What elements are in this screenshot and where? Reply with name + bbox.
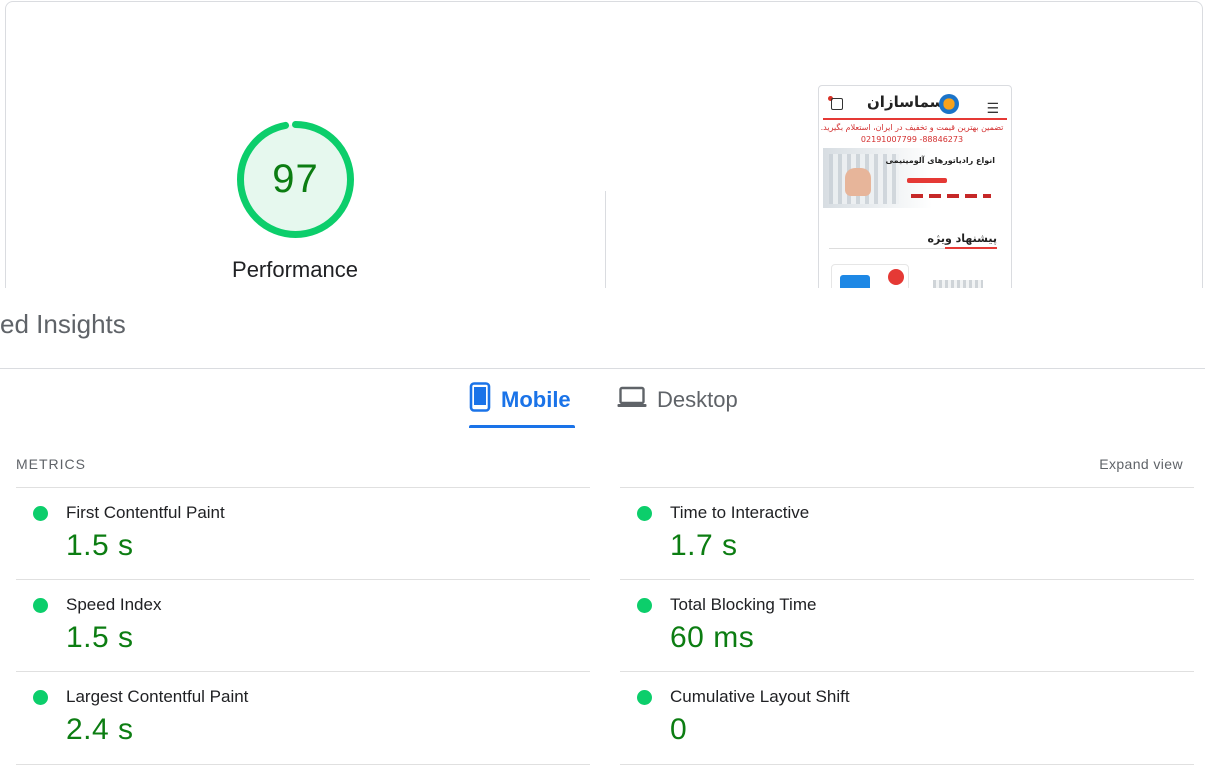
offer-accent-line	[945, 247, 997, 249]
metric-value: 1.7 s	[670, 529, 738, 562]
tab-mobile-label: Mobile	[501, 387, 571, 412]
app-title: ed Insights	[0, 309, 126, 339]
hand-image	[845, 168, 871, 196]
metric-name: Speed Index	[66, 595, 162, 614]
good-status-icon	[33, 506, 48, 521]
metric-first-contentful-paint: First Contentful Paint 1.5 s	[16, 487, 590, 579]
metric-name: First Contentful Paint	[66, 503, 225, 522]
performance-label: Performance	[232, 257, 358, 282]
score-card: 97 Performance سماسازان ☰ تضمین بهترین ق…	[5, 1, 1203, 301]
metrics-column-left: First Contentful Paint 1.5 s Speed Index…	[16, 487, 590, 765]
good-status-icon	[637, 598, 652, 613]
hamburger-menu-icon: ☰	[986, 100, 999, 116]
logo-emblem-icon	[939, 94, 959, 114]
performance-score: 97	[272, 157, 319, 201]
tab-selected-indicator	[469, 425, 575, 428]
phone-text: 02191007799 -88846273	[860, 135, 964, 144]
good-status-icon	[637, 690, 652, 705]
header-divider	[0, 368, 1205, 369]
banner-title: انواع رادیاتورهای آلومینیمی	[885, 156, 995, 165]
metric-cumulative-layout-shift: Cumulative Layout Shift 0	[620, 671, 1194, 765]
performance-gauge: 97	[235, 119, 356, 240]
good-status-icon	[637, 506, 652, 521]
card-divider	[605, 191, 606, 291]
tab-mobile[interactable]: Mobile	[469, 372, 571, 428]
hero-banner: انواع رادیاتورهای آلومینیمی	[823, 148, 1005, 208]
good-status-icon	[33, 598, 48, 613]
metric-name: Time to Interactive	[670, 503, 810, 522]
banner-button	[907, 178, 947, 183]
metric-value: 0	[670, 713, 688, 746]
metrics-heading: METRICS	[16, 456, 86, 472]
brand-logos	[911, 194, 991, 198]
metric-largest-contentful-paint: Largest Contentful Paint 2.4 s	[16, 671, 590, 765]
metric-speed-index: Speed Index 1.5 s	[16, 579, 590, 671]
metrics-column-right: Time to Interactive 1.7 s Total Blocking…	[620, 487, 1194, 765]
metric-value: 1.5 s	[66, 529, 134, 562]
smartphone-icon	[469, 382, 491, 418]
promo-text: تضمین بهترین قیمت و تخفیف در ایران، استع…	[820, 123, 1004, 132]
expand-view-link[interactable]: Expand view	[1099, 456, 1183, 472]
metric-name: Total Blocking Time	[670, 595, 817, 614]
tab-desktop[interactable]: Desktop	[617, 372, 738, 428]
metric-name: Largest Contentful Paint	[66, 687, 249, 706]
metric-total-blocking-time: Total Blocking Time 60 ms	[620, 579, 1194, 671]
metric-name: Cumulative Layout Shift	[670, 687, 850, 706]
laptop-icon	[617, 385, 647, 415]
metric-time-to-interactive: Time to Interactive 1.7 s	[620, 487, 1194, 579]
page-screenshot-thumbnail: سماسازان ☰ تضمین بهترین قیمت و تخفیف در …	[818, 85, 1012, 295]
good-status-icon	[33, 690, 48, 705]
header-divider	[823, 118, 1007, 120]
metric-value: 1.5 s	[66, 621, 134, 654]
metric-value: 60 ms	[670, 621, 755, 654]
cart-icon	[831, 98, 843, 110]
discount-badge	[888, 269, 904, 285]
tab-desktop-label: Desktop	[657, 387, 738, 412]
special-offer-title: پیشنهاد ویژه	[927, 232, 997, 245]
site-logo: سماسازان	[867, 93, 945, 111]
metric-value: 2.4 s	[66, 713, 134, 746]
